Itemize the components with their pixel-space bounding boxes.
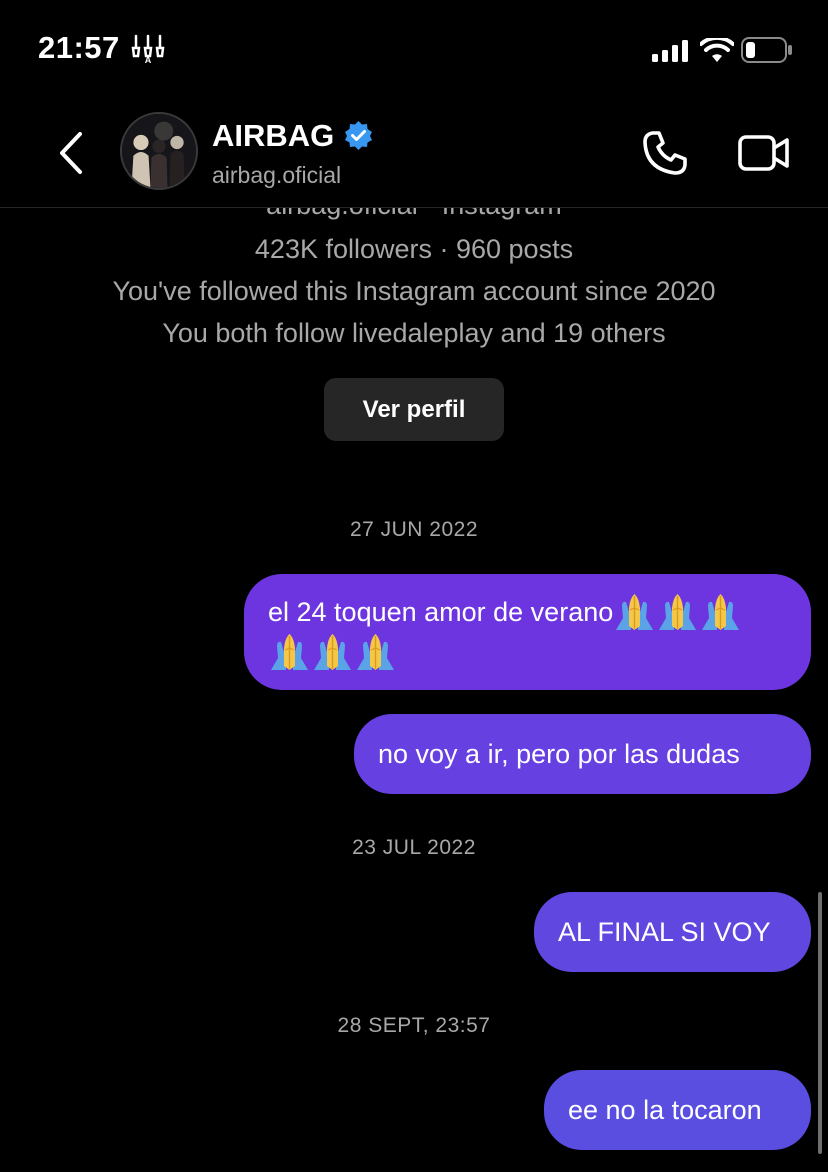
folded-hands-emoji-icon: [311, 632, 354, 672]
folded-hands-emoji-icon: [354, 632, 397, 672]
date-separator: 27 JUN 2022: [349, 518, 479, 541]
video-camera-icon[interactable]: [737, 130, 791, 176]
battery-icon: [741, 37, 792, 63]
message-text: ee no la tocaron: [568, 1095, 762, 1125]
view-profile-button[interactable]: Ver perfil: [324, 378, 504, 441]
date-separator: 28 SEPT, 23:57: [337, 1014, 491, 1037]
folded-hands-emoji-icon: [613, 592, 656, 632]
svg-text:A: A: [145, 55, 152, 64]
message-bubble[interactable]: el 24 toquen amor de verano: [244, 574, 811, 690]
folded-hands-emoji-icon: [699, 592, 742, 632]
status-bar: 21:57 A: [0, 0, 828, 100]
avatar[interactable]: [120, 112, 198, 190]
verified-badge-icon: [345, 121, 372, 150]
chevron-left-icon[interactable]: [52, 130, 92, 176]
message-bubble[interactable]: AL FINAL SI VOY: [534, 892, 811, 972]
contact-handle: airbag.oficial: [212, 162, 342, 188]
message-bubble[interactable]: no voy a ir, pero por las dudas: [354, 714, 811, 794]
app-activity-icon: A: [131, 34, 165, 64]
folded-hands-emoji-icon: [268, 632, 311, 672]
cellular-signal-icon: [652, 40, 688, 62]
profile-followers-count: 423K followers · 960 posts: [254, 234, 574, 264]
message-text: el 24 toquen amor de verano: [268, 597, 614, 627]
folded-hands-emoji-icon: [656, 592, 699, 632]
message-text: AL FINAL SI VOY: [558, 917, 771, 947]
profile-mutual-followers: You both follow livedaleplay and 19 othe…: [162, 318, 666, 348]
status-time: 21:57: [38, 30, 120, 65]
scroll-indicator[interactable]: [818, 892, 822, 1154]
chat-header: AIRBAG airbag.oficial: [0, 100, 828, 208]
wifi-icon: [700, 38, 734, 62]
phone-icon[interactable]: [640, 128, 690, 178]
message-text: no voy a ir, pero por las dudas: [378, 739, 740, 769]
message-bubble[interactable]: ee no la tocaron: [544, 1070, 811, 1150]
profile-followed-since: You've followed this Instagram account s…: [112, 276, 716, 306]
contact-name: AIRBAG: [212, 118, 335, 153]
date-separator: 23 JUL 2022: [352, 836, 476, 859]
